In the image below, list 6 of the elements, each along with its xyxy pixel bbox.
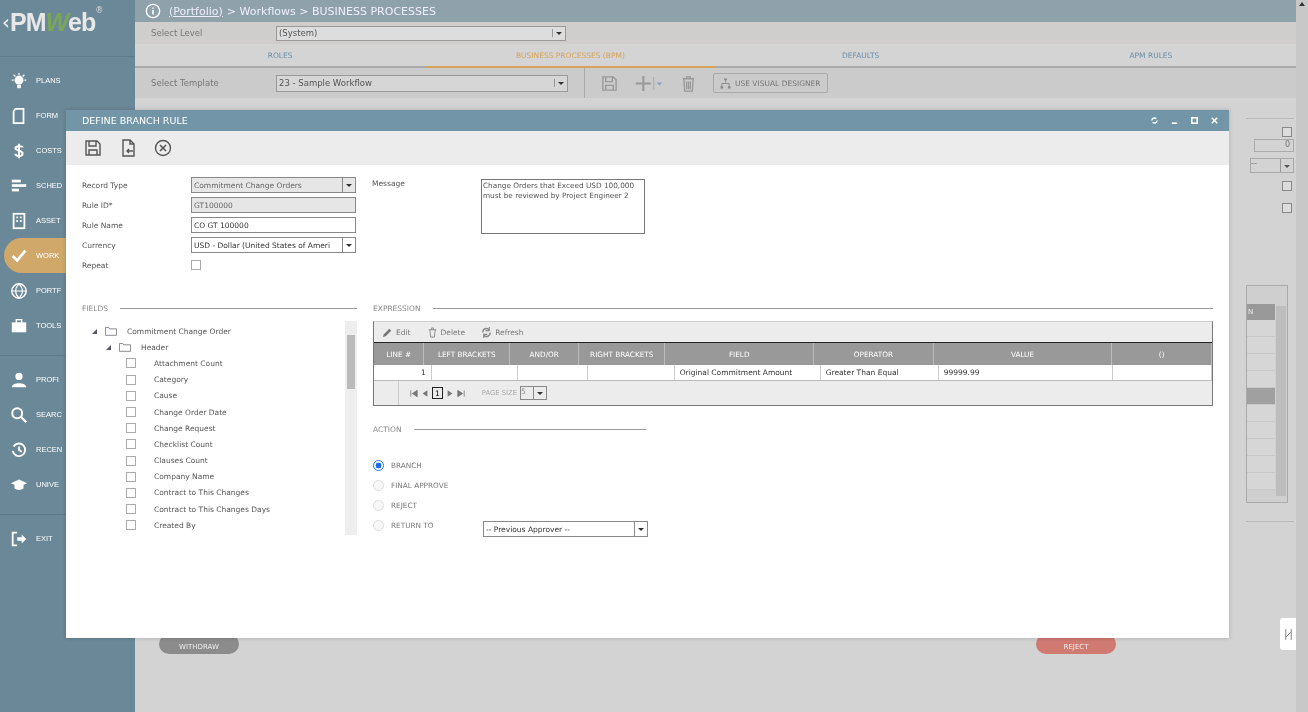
dialog-title: DEFINE BRANCH RULE <box>82 115 189 126</box>
field-label: Select Template <box>151 78 220 88</box>
field-label: Select Level <box>151 28 204 38</box>
breadcrumb: > Workflows > BUSINESS PROCESSES <box>226 4 436 18</box>
registered-mark: ® <box>95 6 104 15</box>
logo: PMWeb <box>10 7 96 37</box>
